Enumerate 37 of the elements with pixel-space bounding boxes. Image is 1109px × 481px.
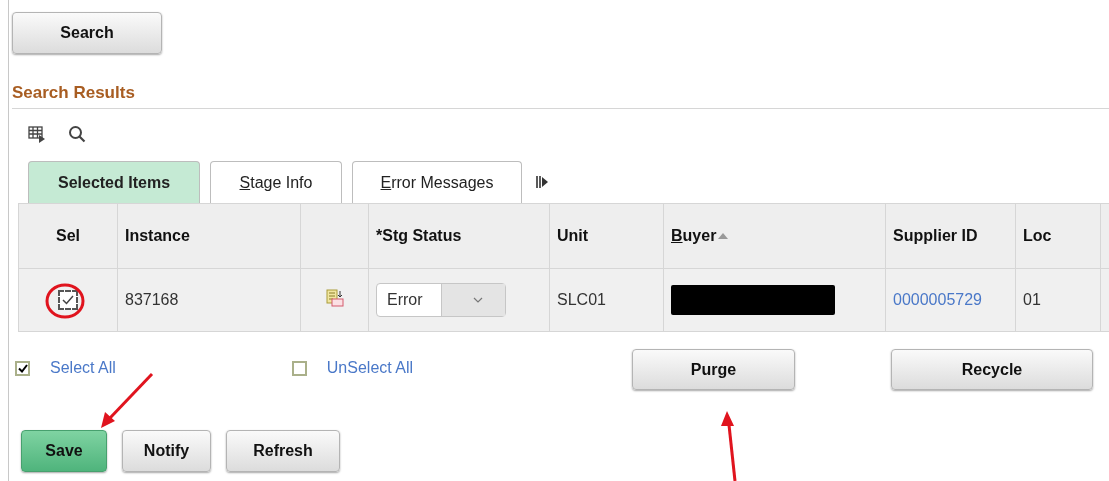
status-dropdown[interactable]: Error — [376, 283, 506, 317]
grid-settings-icon[interactable] — [28, 125, 46, 143]
table-cell: SLC01 — [557, 291, 606, 308]
action-button[interactable]: Notify — [122, 430, 211, 472]
select-link[interactable]: Select All — [50, 359, 116, 377]
search-icon[interactable] — [68, 125, 86, 143]
action-button[interactable]: Recycle — [891, 349, 1093, 390]
search-button[interactable]: Search — [12, 12, 162, 54]
highlight-circle — [45, 283, 85, 319]
column-header: *Stg Status — [376, 227, 462, 245]
column-header: Loc — [1023, 227, 1052, 245]
chevron-down-icon[interactable] — [473, 297, 484, 303]
checkbox[interactable] — [15, 360, 30, 376]
document-icon[interactable] — [325, 289, 344, 307]
show-all-columns-icon[interactable] — [536, 175, 549, 189]
arrow — [101, 372, 154, 428]
save-button[interactable]: Save — [21, 430, 107, 472]
checkmark-icon — [62, 295, 74, 305]
action-button[interactable]: Refresh — [226, 430, 340, 472]
select-link[interactable]: UnSelect All — [326, 359, 414, 377]
tab[interactable]: Selected Items — [28, 161, 200, 203]
column-header: Instance — [125, 227, 190, 245]
checkbox[interactable] — [291, 360, 307, 376]
arrow — [721, 411, 737, 481]
column-header: Unit — [557, 227, 589, 245]
section-title: Search Results — [12, 83, 135, 103]
column-header[interactable]: Buyer — [671, 227, 717, 245]
row-checkbox[interactable] — [58, 290, 78, 310]
supplier-link[interactable]: 0000005729 — [893, 291, 982, 308]
tab[interactable]: Error Messages — [352, 161, 522, 203]
checkmark-icon — [17, 363, 28, 373]
table-cell: 01 — [1023, 291, 1041, 308]
tab[interactable]: Stage Info — [210, 161, 342, 203]
action-button[interactable]: Purge — [632, 349, 795, 390]
column-header: Sel — [56, 227, 80, 245]
table-cell: 837168 — [125, 291, 179, 308]
column-header: Supplier ID — [893, 227, 978, 245]
